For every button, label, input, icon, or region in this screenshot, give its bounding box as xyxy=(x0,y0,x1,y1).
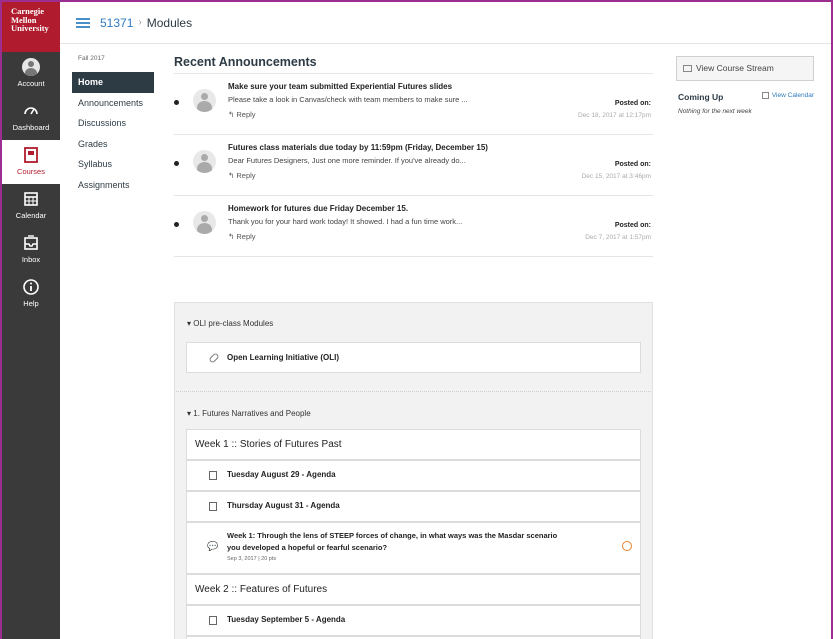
global-nav-help[interactable]: Help xyxy=(2,272,60,316)
course-nav: Fall 2017 Home Announcements Discussions… xyxy=(72,52,154,195)
announcement-message: Thank you for your hard work today! It s… xyxy=(228,217,463,226)
announcement-message: Please take a look in Canvas/check with … xyxy=(228,95,468,104)
view-course-stream-button[interactable]: View Course Stream xyxy=(676,56,814,81)
announcement-title[interactable]: Homework for futures due Friday December… xyxy=(228,204,408,213)
module-item-page[interactable]: Tuesday August 29 - Agenda xyxy=(186,460,641,491)
modules-section: ▾ OLI pre-class Modules Open Learning In… xyxy=(174,302,653,639)
breadcrumb-separator: › xyxy=(138,17,142,28)
posted-on-label: Posted on: xyxy=(614,100,651,107)
announcements-heading: Recent Announcements xyxy=(174,50,653,74)
global-nav-label: Help xyxy=(23,299,39,308)
module-item-page[interactable]: Tuesday September 5 - Agenda xyxy=(186,605,641,636)
link-icon xyxy=(208,352,220,364)
page-icon xyxy=(209,471,217,480)
top-header: 51371 › Modules xyxy=(60,2,831,44)
breadcrumb-current: Modules xyxy=(146,15,193,30)
announcement-title[interactable]: Futures class materials due today by 11:… xyxy=(228,143,488,152)
module-item-title[interactable]: Thursday August 31 - Agenda xyxy=(227,501,340,510)
right-sidebar: View Course Stream Coming Up View Calend… xyxy=(676,56,814,115)
week-header: Week 1 :: Stories of Futures Past xyxy=(186,429,641,460)
posted-on-label: Posted on: xyxy=(614,222,651,229)
coming-up-empty: Nothing for the next week xyxy=(678,108,752,115)
discussion-icon: 💬 xyxy=(207,541,219,551)
global-nav-courses[interactable]: Courses xyxy=(2,140,60,184)
announcement-item[interactable]: Homework for futures due Friday December… xyxy=(174,196,653,257)
global-nav-dashboard[interactable]: Dashboard xyxy=(2,96,60,140)
module-item-title[interactable]: Tuesday August 29 - Agenda xyxy=(227,470,336,479)
global-nav: Carnegie Mellon University Account Dashb… xyxy=(2,2,60,639)
status-icon[interactable] xyxy=(622,541,632,551)
posted-on-label: Posted on: xyxy=(614,161,651,168)
module-item-oli[interactable]: Open Learning Initiative (OLI) xyxy=(186,342,641,373)
course-nav-syllabus[interactable]: Syllabus xyxy=(72,154,154,175)
global-nav-label: Courses xyxy=(17,167,45,176)
course-nav-grades[interactable]: Grades xyxy=(72,134,154,155)
reply-link[interactable]: ↰ Reply xyxy=(228,171,256,180)
hamburger-menu-icon[interactable] xyxy=(76,17,90,28)
global-nav-label: Dashboard xyxy=(12,123,50,132)
module-item-discussion[interactable]: 💬 Week 1: Through the lens of STEEP forc… xyxy=(186,522,641,574)
course-nav-assignments[interactable]: Assignments xyxy=(72,175,154,196)
module-header-oli[interactable]: ▾ OLI pre-class Modules xyxy=(175,315,652,333)
course-nav-discussions[interactable]: Discussions xyxy=(72,113,154,134)
global-nav-account[interactable]: Account xyxy=(2,52,60,96)
course-nav-announcements[interactable]: Announcements xyxy=(72,93,154,114)
term-label: Fall 2017 xyxy=(78,55,105,62)
account-icon xyxy=(22,58,40,76)
module-item-title[interactable]: Week 1: Through the lens of STEEP forces… xyxy=(227,531,557,540)
posted-date: Dec 18, 2017 at 12:17pm xyxy=(578,112,651,119)
unread-dot-icon xyxy=(174,161,179,166)
reply-link[interactable]: ↰ Reply xyxy=(228,110,256,119)
calendar-icon xyxy=(761,92,769,99)
global-nav-label: Inbox xyxy=(21,255,41,264)
course-nav-home[interactable]: Home xyxy=(72,72,154,93)
coming-up-heading: Coming Up xyxy=(678,92,724,102)
page-icon xyxy=(209,616,217,625)
announcement-item[interactable]: Futures class materials due today by 11:… xyxy=(174,135,653,196)
unread-dot-icon xyxy=(174,100,179,105)
module-item-title-cont[interactable]: you developed a hopeful or fearful scena… xyxy=(227,543,387,552)
courses-icon xyxy=(24,147,38,163)
author-avatar xyxy=(193,89,216,112)
announcement-item[interactable]: Make sure your team submitted Experienti… xyxy=(174,74,653,135)
university-logo[interactable]: Carnegie Mellon University xyxy=(2,2,60,52)
discussion-meta: Sep 3, 2017 | 20 pts xyxy=(227,556,277,562)
reply-link[interactable]: ↰ Reply xyxy=(228,232,256,241)
posted-date: Dec 15, 2017 at 3:46pm xyxy=(581,173,651,180)
breadcrumb-course-link[interactable]: 51371 xyxy=(100,16,133,30)
week-header: Week 2 :: Features of Futures xyxy=(186,574,641,605)
global-nav-label: Calendar xyxy=(15,211,47,220)
page-icon xyxy=(209,502,217,511)
module-header-futures[interactable]: ▾ 1. Futures Narratives and People xyxy=(175,405,652,423)
posted-date: Dec 7, 2017 at 1:57pm xyxy=(585,234,651,241)
global-nav-inbox[interactable]: Inbox xyxy=(2,228,60,272)
dashboard-icon xyxy=(24,107,38,115)
module-item-title[interactable]: Open Learning Initiative (OLI) xyxy=(227,353,339,362)
module-item-page[interactable]: Thursday August 31 - Agenda xyxy=(186,491,641,522)
announcement-message: Dear Futures Designers, Just one more re… xyxy=(228,156,466,165)
module-item-title[interactable]: Tuesday September 5 - Agenda xyxy=(227,615,345,624)
announcement-title[interactable]: Make sure your team submitted Experienti… xyxy=(228,82,452,91)
global-nav-label: Account xyxy=(17,79,45,88)
calendar-icon xyxy=(24,192,38,206)
author-avatar xyxy=(193,150,216,173)
unread-dot-icon xyxy=(174,222,179,227)
view-calendar-link[interactable]: View Calendar xyxy=(761,92,814,99)
help-icon xyxy=(23,279,39,295)
recent-announcements: Recent Announcements Make sure your team… xyxy=(174,50,653,257)
stream-icon xyxy=(683,65,692,72)
inbox-icon xyxy=(24,235,38,250)
author-avatar xyxy=(193,211,216,234)
coming-up: Coming Up View Calendar xyxy=(676,92,814,108)
global-nav-calendar[interactable]: Calendar xyxy=(2,184,60,228)
